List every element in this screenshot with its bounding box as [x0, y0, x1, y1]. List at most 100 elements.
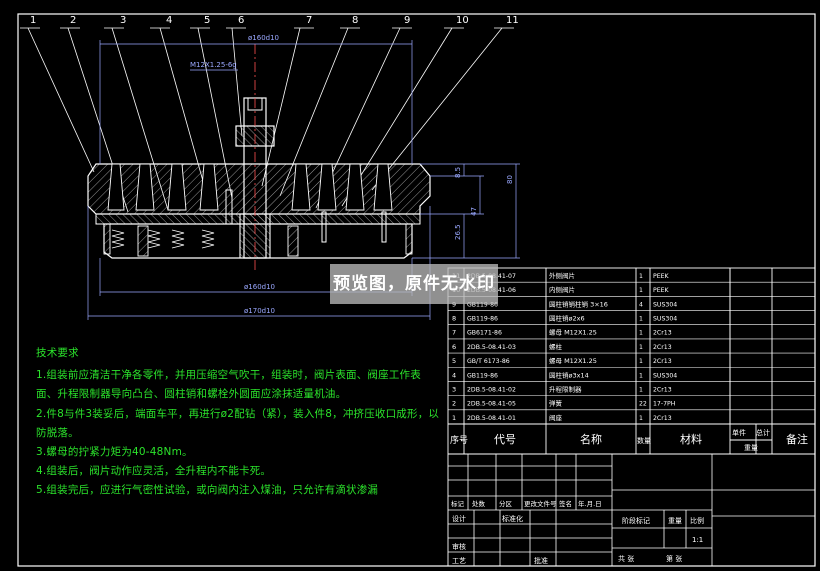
dim-h8-5: 8.5 — [454, 167, 462, 178]
pl-row-qty: 22 — [639, 401, 647, 408]
title-block-grid — [448, 454, 815, 566]
dim-thread: M12X1.25-6g — [190, 61, 237, 69]
pl-row-material: SUS304 — [653, 316, 677, 323]
technical-requirements: 技术要求 1.组装前应清洁干净各零件，并用压缩空气吹干，组装时，阀片表面、阀座工… — [36, 344, 441, 501]
tb-design: 设计 — [452, 514, 466, 523]
balloon-2: 2 — [70, 15, 76, 26]
pl-row-qty: 1 — [639, 273, 643, 280]
dim-d160-bottom: ø160d10 — [244, 283, 275, 291]
pl-row-material: 2Cr13 — [653, 415, 672, 422]
pl-header-total: 总计 — [756, 428, 770, 437]
tb-approve: 批准 — [534, 556, 548, 565]
balloon-7: 7 — [306, 15, 312, 26]
pl-row-name: 升程限制器 — [549, 384, 582, 393]
pl-row-no: 5 — [452, 357, 456, 365]
pl-row-qty: 1 — [639, 358, 643, 365]
pl-row-name: 阀座 — [549, 413, 563, 422]
pl-row-material: 17-7PH — [653, 401, 676, 408]
tb-mark-2: 分区 — [499, 499, 513, 508]
balloon-1: 1 — [30, 15, 36, 26]
pl-row-name: 螺母 M12X1.25 — [549, 356, 597, 365]
pl-row-name: 弹簧 — [549, 399, 563, 408]
pl-row-material: 2Cr13 — [653, 358, 672, 365]
balloon-5: 5 — [204, 15, 210, 26]
pl-row-no: 3 — [452, 385, 456, 393]
pl-row-name: 螺柱 — [549, 342, 563, 351]
pl-header-material: 材料 — [680, 432, 702, 446]
pl-row-qty: 4 — [639, 301, 643, 308]
pl-row-name: 圆柱销ø2x6 — [549, 314, 585, 323]
preview-watermark: 预览图，原件无水印 — [330, 264, 498, 304]
pl-row-no: 4 — [452, 371, 456, 379]
pl-row-qty: 1 — [639, 344, 643, 351]
pl-row-no: 7 — [452, 329, 456, 337]
balloon-9: 9 — [404, 15, 410, 26]
tb-mark-5: 年.月.日 — [578, 499, 602, 508]
tb-stage-mark: 阶段标记 — [622, 516, 650, 525]
balloon-4: 4 — [166, 15, 172, 26]
pl-row-qty: 1 — [639, 415, 643, 422]
pl-row-no: 1 — [452, 414, 456, 422]
tb-scale-mark: 1:1 — [692, 536, 703, 544]
pl-row-material: PEEK — [653, 287, 670, 294]
balloon-3: 3 — [120, 15, 126, 26]
pl-row-material: 2Cr13 — [653, 344, 672, 351]
drawing-canvas: 1 2 3 4 5 6 7 8 9 10 11 ø160d10 M12X1.25… — [0, 0, 820, 571]
balloon-row: 1 2 3 4 5 6 7 8 9 10 11 — [30, 15, 519, 26]
pl-row-code: 2DB.5-08.41-01 — [467, 415, 516, 422]
pl-row-no: 2 — [452, 400, 456, 408]
tech-item-2: 2.件8与件3装妥后，端面车平，再进行ø2配钻（紧），装入件8，冲挤压收口成形，… — [36, 407, 440, 439]
tech-item-4: 4.组装后，阀片动作应灵活，全升程内不能卡死。 — [36, 465, 272, 478]
balloon-10: 10 — [456, 15, 469, 26]
pl-row-code: GB/T 6173-86 — [467, 358, 510, 365]
pl-header-remark: 备注 — [786, 432, 808, 446]
pl-row-code: GB6171-86 — [467, 330, 502, 337]
pl-row-qty: 1 — [639, 386, 643, 393]
springs — [111, 229, 215, 249]
balloon-11: 11 — [506, 15, 519, 26]
pl-header-no: 序号 — [450, 434, 468, 446]
title-block-marks: 标记 处数 分区 更改文件号 签名 年.月.日 — [451, 499, 602, 508]
pl-header-qty: 数量 — [637, 436, 651, 445]
pl-row-qty: 1 — [639, 287, 643, 294]
pl-row-name: 内侧阀片 — [549, 285, 575, 294]
pl-row-material: 2Cr13 — [653, 386, 672, 393]
tb-process: 工艺 — [452, 557, 466, 565]
pl-row-no: 6 — [452, 343, 456, 351]
tech-item-5: 5.组装完后，应进行气密性试验，或向阀内注入煤油，只允许有滴状渗漏 — [36, 484, 379, 497]
pl-row-code: 2DB.5-08.41-03 — [467, 344, 516, 351]
pl-row-qty: 1 — [639, 330, 643, 337]
pl-row-code: GB119-86 — [467, 316, 498, 323]
dim-h47: 47 — [470, 207, 478, 216]
tech-title: 技术要求 — [36, 347, 79, 359]
pl-row-qty: 1 — [639, 372, 643, 379]
pl-header-code: 代号 — [494, 433, 516, 446]
pl-row-code: GB119-86 — [467, 372, 498, 379]
tb-mark-4: 签名 — [559, 499, 572, 508]
tb-mark-3: 更改文件号 — [524, 499, 557, 508]
pl-row-code: 2DB.5-08.41-02 — [467, 386, 516, 393]
pl-header-single: 单件 — [732, 428, 746, 437]
pl-header-name: 名称 — [580, 432, 602, 446]
tb-mark-1: 处数 — [472, 499, 486, 508]
tb-scale: 比例 — [690, 516, 704, 525]
tb-mark-0: 标记 — [451, 499, 465, 508]
pl-header-weight: 重量 — [744, 444, 758, 452]
pl-row-material: 2Cr13 — [653, 330, 672, 337]
pl-row-name: 圆柱销销柱销 3×16 — [549, 299, 608, 308]
tb-review: 审核 — [452, 542, 466, 551]
dim-h80: 80 — [506, 175, 514, 184]
tech-item-1: 1.组装前应清洁干净各零件，并用压缩空气吹干，组装时，阀片表面、阀座工作表面、升… — [36, 369, 421, 401]
tb-sheet-total: 共 张 — [618, 554, 634, 563]
balloon-8: 8 — [352, 15, 358, 26]
tb-weight: 重量 — [668, 517, 682, 525]
pl-row-material: PEEK — [653, 273, 670, 280]
parts-list-rows: 112DB.5-08.41-07外侧阀片1PEEK102DB.5-08.41-0… — [448, 271, 815, 425]
dim-h26-5: 26.5 — [454, 224, 462, 240]
pl-row-qty: 1 — [639, 316, 643, 323]
tb-standard: 标准化 — [502, 514, 523, 523]
pl-row-material: SUS304 — [653, 372, 677, 379]
pl-row-code: 2DB.5-08.41-05 — [467, 401, 516, 408]
tb-sheet-no: 第 张 — [666, 554, 682, 563]
pl-row-name: 螺母 M12X1.25 — [549, 328, 597, 337]
